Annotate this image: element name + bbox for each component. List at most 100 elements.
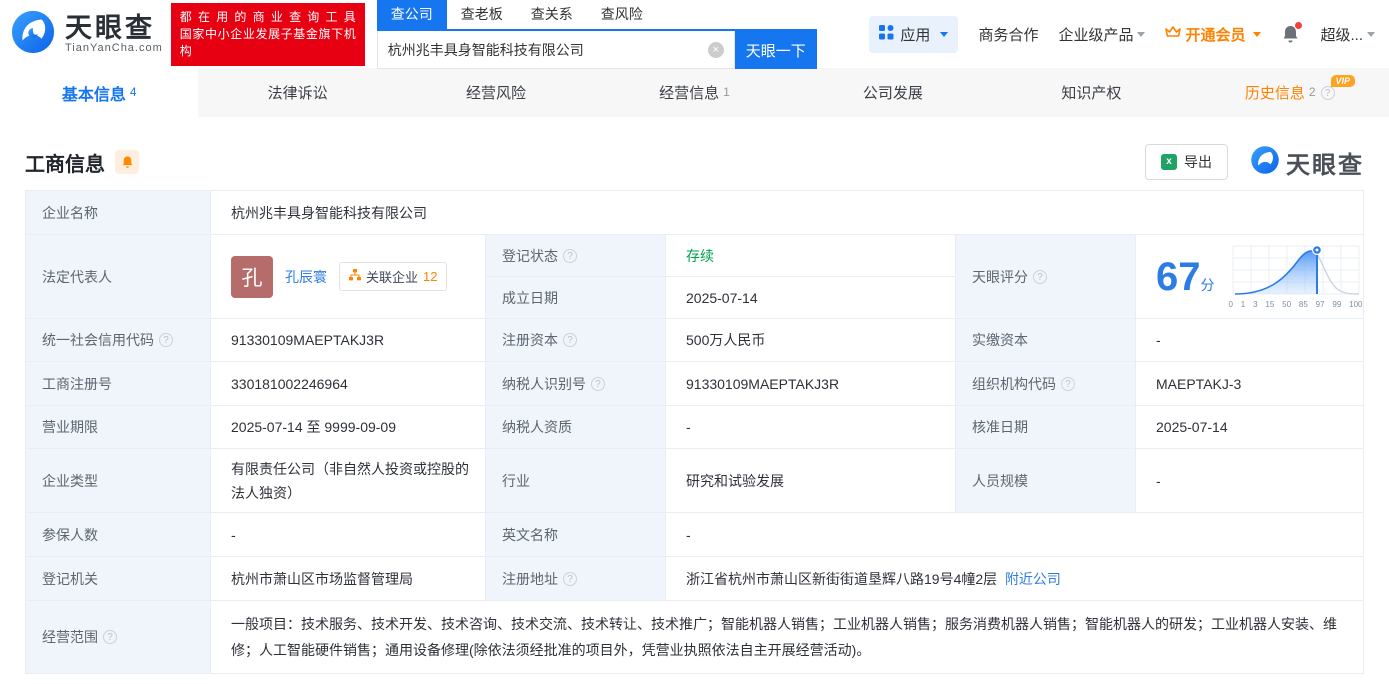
clear-input-icon[interactable] — [707, 41, 724, 58]
field-value-business-scope: 一般项目：技术服务、技术开发、技术咨询、技术交流、技术转让、技术推广；智能机器人… — [210, 600, 1364, 674]
export-button[interactable]: 导出 — [1145, 144, 1228, 180]
tab-label: 历史信息 — [1244, 85, 1305, 102]
field-value-taxpayer-id: 91330109MAEPTAKJ3R — [665, 361, 956, 406]
field-label-reg-address: 注册地址 — [485, 556, 666, 601]
chevron-down-icon — [1367, 31, 1375, 37]
top-menu: 应用 商务合作 企业级产品 开通会员 超级... — [869, 15, 1375, 53]
help-icon[interactable] — [563, 333, 577, 347]
related-label: 关联企业 — [366, 270, 419, 285]
header-logo[interactable]: 天眼查 TianYanCha.com — [10, 9, 163, 60]
watermark-logo: 天眼查 — [1250, 145, 1364, 180]
notification-bell-icon[interactable] — [1281, 22, 1303, 44]
search-tab-company[interactable]: 查公司 — [376, 0, 447, 29]
tianyancha-swirl-icon — [1250, 145, 1280, 180]
search-button[interactable]: 天眼一下 — [734, 31, 817, 69]
field-label-english-name: 英文名称 — [485, 512, 666, 557]
field-label-industry: 行业 — [485, 448, 666, 513]
legal-rep-avatar[interactable]: 孔 — [231, 255, 273, 298]
chevron-down-icon — [940, 31, 949, 37]
field-value-reg-capital: 500万人民币 — [665, 318, 956, 362]
legal-rep-name-link[interactable]: 孔辰寰 — [285, 267, 327, 287]
announcement-bell-icon[interactable] — [115, 150, 139, 174]
tab-intellectual-property[interactable]: 知识产权 — [992, 68, 1190, 117]
apps-grid-icon — [879, 24, 894, 44]
tab-legal-litigation[interactable]: 法律诉讼 — [198, 68, 396, 117]
excel-icon — [1161, 154, 1177, 170]
field-label-establish-date: 成立日期 — [485, 276, 666, 319]
help-icon[interactable] — [159, 333, 173, 347]
field-value-legal-rep: 孔 孔辰寰 关联企业 12 — [210, 234, 486, 319]
tab-operation-risk[interactable]: 经营风险 — [397, 68, 595, 117]
company-search-input[interactable] — [377, 41, 708, 58]
field-value-enterprise-name: 杭州兆丰具身智能科技有限公司 — [210, 190, 1364, 235]
search-tab-risk[interactable]: 查风险 — [587, 0, 657, 29]
field-label-org-code: 组织机构代码 — [955, 361, 1136, 406]
field-value-reg-address: 浙江省杭州市萧山区新街街道垦辉八路19号4幢2层 附近公司 — [665, 556, 1364, 601]
apps-label: 应用 — [900, 26, 931, 44]
search-tab-relation[interactable]: 查关系 — [517, 0, 587, 29]
field-label-insured-count: 参保人数 — [25, 512, 211, 557]
related-companies-badge[interactable]: 关联企业 12 — [339, 262, 448, 291]
apps-button[interactable]: 应用 — [869, 15, 959, 53]
help-icon[interactable] — [563, 248, 577, 263]
field-value-org-code: MAEPTAKJ-3 — [1135, 361, 1364, 406]
business-info-table: 企业名称 杭州兆丰具身智能科技有限公司 法定代表人 孔 孔辰寰 关联企业 12 … — [25, 190, 1364, 674]
user-name: 超级... — [1320, 26, 1363, 44]
field-label-enterprise-name: 企业名称 — [25, 190, 211, 235]
help-icon[interactable] — [1061, 376, 1075, 391]
help-icon[interactable] — [103, 630, 117, 644]
field-label-score: 天眼评分 — [955, 234, 1136, 319]
vip-label: 开通会员 — [1185, 26, 1246, 44]
section-title: 工商信息 — [25, 153, 105, 176]
score-number: 67 — [1156, 254, 1201, 299]
tab-company-development[interactable]: 公司发展 — [794, 68, 992, 117]
export-label: 导出 — [1184, 154, 1212, 170]
score-unit: 分 — [1200, 276, 1215, 293]
tab-history-info[interactable]: 历史信息 2 VIP — [1191, 68, 1389, 117]
open-vip-button[interactable]: 开通会员 — [1165, 24, 1262, 45]
field-label-reg-authority: 登记机关 — [25, 556, 211, 601]
field-label-company-type: 企业类型 — [25, 448, 211, 513]
help-icon[interactable] — [591, 376, 605, 391]
field-value-industry: 研究和试验发展 — [665, 448, 956, 513]
field-value-english-name: - — [665, 512, 1364, 557]
help-icon[interactable] — [563, 571, 577, 586]
slogan-line1: 都在用的商业查询工具 — [179, 9, 356, 24]
main-content: 工商信息 导出 天眼查 — [0, 142, 1389, 674]
field-value-approval-date: 2025-07-14 — [1135, 405, 1364, 449]
field-label-paid-capital: 实缴资本 — [955, 318, 1136, 362]
tab-count: 4 — [129, 84, 137, 99]
field-value-insured-count: - — [210, 512, 486, 557]
menu-business-cooperation[interactable]: 商务合作 — [978, 24, 1038, 45]
section-header: 工商信息 导出 天眼查 — [25, 142, 1364, 182]
notification-dot — [1295, 22, 1303, 29]
watermark-text: 天眼查 — [1286, 151, 1364, 179]
enterprise-product-label: 企业级产品 — [1058, 26, 1134, 44]
field-label-reg-number: 工商注册号 — [25, 361, 211, 406]
search-tabs: 查公司 查老板 查关系 查风险 — [376, 0, 817, 31]
tab-basic-info[interactable]: 基本信息 4 — [0, 68, 199, 117]
help-icon[interactable] — [1320, 85, 1335, 100]
field-label-staff-size: 人员规模 — [955, 448, 1136, 513]
help-icon[interactable] — [1033, 269, 1047, 284]
field-value-establish-date: 2025-07-14 — [665, 276, 956, 319]
field-value-business-term: 2025-07-14 至 9999-09-09 — [210, 405, 486, 449]
vip-badge: VIP — [1331, 75, 1355, 87]
org-chart-icon — [349, 269, 361, 284]
chevron-down-icon — [1137, 31, 1146, 37]
field-value-taxpayer-quality: - — [665, 405, 956, 449]
tab-count: 2 — [1308, 84, 1316, 99]
tab-label: 基本信息 — [61, 86, 126, 104]
user-account-menu[interactable]: 超级... — [1320, 24, 1375, 45]
tab-operation-info[interactable]: 经营信息 1 — [595, 68, 793, 117]
chevron-down-icon — [1253, 31, 1262, 37]
tab-label: 公司发展 — [862, 85, 923, 102]
search-tab-boss[interactable]: 查老板 — [447, 0, 517, 29]
score-distribution-chart: 0 1 3 15 50 85 97 99 100 — [1229, 244, 1363, 309]
tianyancha-swirl-icon — [10, 9, 56, 60]
field-value-score[interactable]: 67分 0 1 3 15 50 85 97 99 100 — [1135, 234, 1364, 319]
slogan-line2: 国家中小企业发展子基金旗下机构 — [179, 26, 356, 58]
nearby-companies-link[interactable]: 附近公司 — [1005, 571, 1061, 587]
menu-enterprise-product[interactable]: 企业级产品 — [1058, 24, 1146, 45]
search-area: 查公司 查老板 查关系 查风险 天眼一下 — [376, 0, 817, 69]
